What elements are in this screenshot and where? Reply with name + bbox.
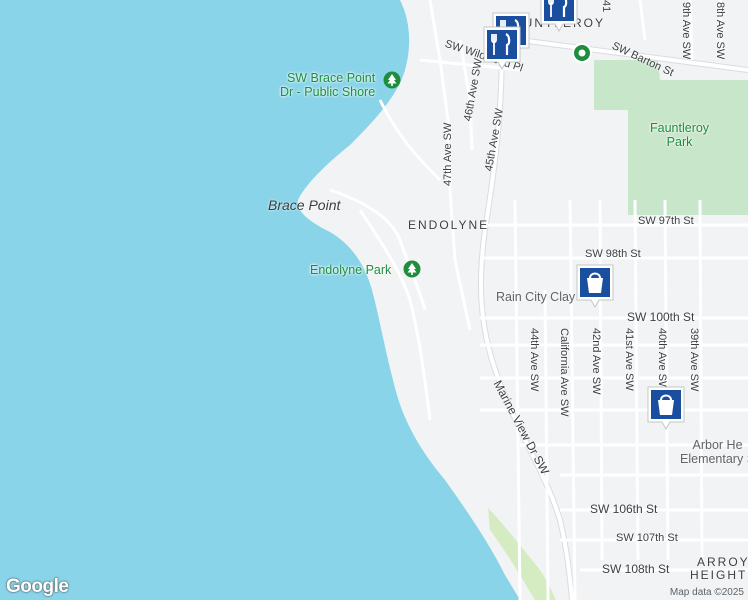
fork-knife-icon[interactable] [481, 24, 523, 72]
water-puget-sound [0, 0, 520, 600]
shopping-bag-icon[interactable] [574, 262, 616, 310]
poi-label-rain-city-clay[interactable]: Rain City Clay [496, 290, 575, 304]
poi-label-endolyne-park[interactable]: Endolyne Park [310, 263, 391, 277]
tree-icon[interactable] [403, 260, 421, 278]
street-label-40th: 40th Ave SW [656, 328, 668, 392]
poi-label-brace-shore[interactable]: SW Brace Point Dr - Public Shore [280, 71, 375, 99]
street-label-97th: SW 97th St [638, 215, 694, 227]
map-canvas[interactable]: SW Barton St SW Wildwood Pl SW 97th St S… [0, 0, 748, 600]
area-label-endolyne: ENDOLYNE [408, 218, 490, 232]
street-label-44th: 44th Ave SW [528, 328, 540, 392]
poi-label-arbor-line2: Elementary S [680, 452, 748, 466]
street-label-41-top: 41 [600, 0, 612, 13]
area-label-arroyo: ARROYO [697, 555, 748, 569]
poi-label-arbor-line1: Arbor He [692, 438, 743, 452]
street-label-98th: SW 98th St [585, 248, 641, 260]
street-label-108th: SW 108th St [602, 562, 670, 576]
poi-label-arbor-heights[interactable]: Arbor He Elementary S [680, 438, 748, 466]
poi-label-brace-shore-line2: Dr - Public Shore [280, 85, 376, 99]
map-attribution[interactable]: Map data ©2025 [670, 587, 744, 598]
fork-knife-icon[interactable] [538, 0, 580, 34]
area-label-heights: HEIGHTS [690, 568, 748, 582]
street-label-39th-top: 9th Ave SW [680, 2, 692, 60]
shopping-bag-icon[interactable] [645, 384, 687, 432]
poi-label-fauntleroy-park[interactable]: Fauntleroy Park [650, 121, 709, 149]
poi-label-fauntleroy-park-line2: Park [666, 135, 693, 149]
google-logo[interactable]: Google [6, 576, 69, 598]
street-label-41st: 41st Ave SW [623, 328, 635, 391]
poi-label-fauntleroy-park-line1: Fauntleroy [650, 121, 710, 135]
street-label-106th: SW 106th St [590, 502, 658, 516]
street-label-39th: 39th Ave SW [688, 328, 700, 392]
street-label-47th: 47th Ave SW [442, 122, 454, 186]
street-label-38th-top: 8th Ave SW [714, 2, 726, 60]
street-label-107th: SW 107th St [616, 532, 678, 544]
tree-icon[interactable] [383, 71, 401, 89]
park-pin-icon[interactable] [571, 42, 593, 64]
street-label-100th: SW 100th St [627, 310, 695, 324]
street-label-42nd: 42nd Ave SW [590, 328, 602, 395]
poi-label-brace-shore-line1: SW Brace Point [286, 71, 376, 85]
street-label-california: California Ave SW [558, 328, 570, 417]
place-label-brace-point: Brace Point [268, 197, 341, 213]
